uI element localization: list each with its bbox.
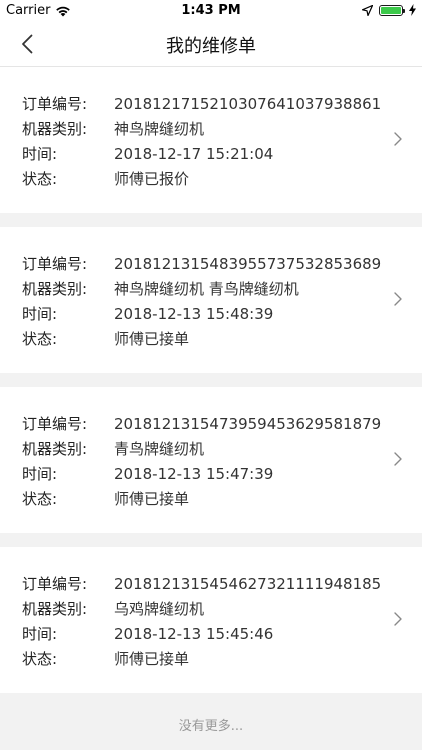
time-label: 时间: <box>22 625 58 643</box>
machine-type-label: 机器类别: <box>22 440 88 458</box>
chevron-right-icon <box>394 612 402 626</box>
time-label: 时间: <box>22 465 58 483</box>
status-bar: Carrier 1:43 PM <box>0 0 422 22</box>
machine-type-value: 神鸟牌缝纫机 青鸟牌缝纫机 <box>114 280 299 298</box>
machine-type-label: 机器类别: <box>22 600 88 618</box>
order-no-row: 订单编号: 2018121315473959453629581879 <box>22 411 422 436</box>
order-no-label: 订单编号: <box>22 575 88 593</box>
status-label: 状态: <box>22 330 58 348</box>
order-card[interactable]: 订单编号: 2018121315454627321111948185 机器类别:… <box>0 547 422 693</box>
status-label: 状态: <box>22 490 58 508</box>
time-row: 时间: 2018-12-13 15:47:39 <box>22 461 422 486</box>
page-title: 我的维修单 <box>166 36 256 57</box>
machine-type-row: 机器类别: 神鸟牌缝纫机 <box>22 116 422 141</box>
time-label: 时间: <box>22 305 58 323</box>
order-no-value: 2018121315473959453629581879 <box>114 414 382 433</box>
time-value: 2018-12-17 15:21:04 <box>114 144 274 163</box>
order-card[interactable]: 订单编号: 2018121715210307641037938861 机器类别:… <box>0 67 422 213</box>
machine-type-row: 机器类别: 乌鸡牌缝纫机 <box>22 596 422 621</box>
order-no-value: 2018121315483955737532853689 <box>114 254 382 273</box>
order-no-row: 订单编号: 2018121715210307641037938861 <box>22 91 422 116</box>
charging-bolt-icon <box>409 4 416 16</box>
location-arrow-icon <box>362 4 373 16</box>
status-time: 1:43 PM <box>181 3 241 18</box>
nav-bar: 我的维修单 <box>0 22 422 67</box>
order-no-row: 订单编号: 2018121315483955737532853689 <box>22 251 422 276</box>
time-value: 2018-12-13 15:48:39 <box>114 304 274 323</box>
chevron-right-icon <box>394 132 402 146</box>
status-value: 师傅已接单 <box>114 330 190 348</box>
order-no-label: 订单编号: <box>22 95 88 113</box>
order-no-value: 2018121315454627321111948185 <box>114 574 382 593</box>
status-value: 师傅已接单 <box>114 650 190 668</box>
status-row: 状态: 师傅已接单 <box>22 646 422 671</box>
status-value: 师傅已接单 <box>114 490 190 508</box>
order-list: 订单编号: 2018121715210307641037938861 机器类别:… <box>0 67 422 693</box>
machine-type-row: 机器类别: 神鸟牌缝纫机 青鸟牌缝纫机 <box>22 276 422 301</box>
order-card[interactable]: 订单编号: 2018121315473959453629581879 机器类别:… <box>0 387 422 533</box>
time-row: 时间: 2018-12-17 15:21:04 <box>22 141 422 166</box>
battery-icon <box>379 4 405 16</box>
status-right <box>362 4 416 16</box>
order-no-row: 订单编号: 2018121315454627321111948185 <box>22 571 422 596</box>
time-row: 时间: 2018-12-13 15:45:46 <box>22 621 422 646</box>
battery-level <box>381 6 401 14</box>
order-no-label: 订单编号: <box>22 415 88 433</box>
machine-type-value: 乌鸡牌缝纫机 <box>114 600 205 618</box>
time-value: 2018-12-13 15:45:46 <box>114 624 274 643</box>
status-row: 状态: 师傅已接单 <box>22 486 422 511</box>
status-label: 状态: <box>22 650 58 668</box>
machine-type-label: 机器类别: <box>22 280 88 298</box>
time-value: 2018-12-13 15:47:39 <box>114 464 274 483</box>
machine-type-value: 神鸟牌缝纫机 <box>114 120 205 138</box>
machine-type-label: 机器类别: <box>22 120 88 138</box>
time-label: 时间: <box>22 145 58 163</box>
machine-type-row: 机器类别: 青鸟牌缝纫机 <box>22 436 422 461</box>
order-no-value: 2018121715210307641037938861 <box>114 94 382 113</box>
status-row: 状态: 师傅已接单 <box>22 326 422 351</box>
machine-type-value: 青鸟牌缝纫机 <box>114 440 205 458</box>
status-value: 师傅已报价 <box>114 170 190 188</box>
order-no-label: 订单编号: <box>22 255 88 273</box>
status-label: 状态: <box>22 170 58 188</box>
chevron-right-icon <box>394 452 402 466</box>
time-row: 时间: 2018-12-13 15:48:39 <box>22 301 422 326</box>
chevron-right-icon <box>394 292 402 306</box>
order-card[interactable]: 订单编号: 2018121315483955737532853689 机器类别:… <box>0 227 422 373</box>
no-more-footer: 没有更多... <box>178 719 244 734</box>
status-row: 状态: 师傅已报价 <box>22 166 422 191</box>
